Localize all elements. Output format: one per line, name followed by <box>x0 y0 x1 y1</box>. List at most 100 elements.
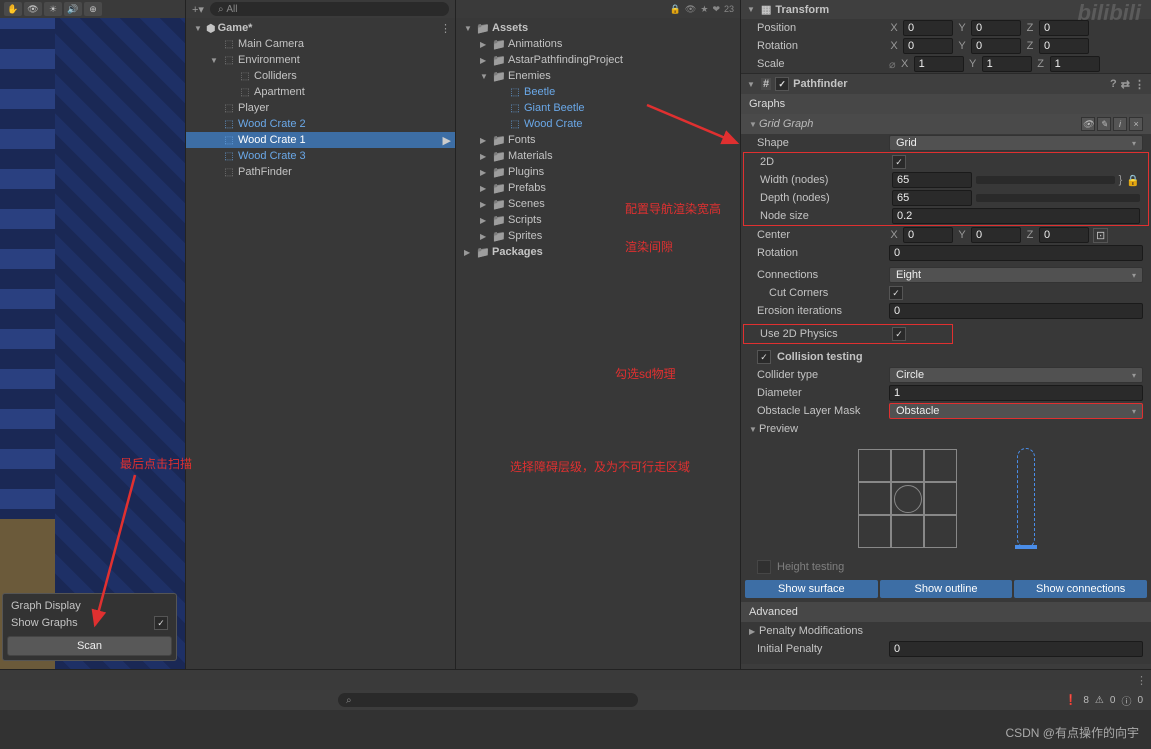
advanced-header[interactable]: Advanced <box>741 602 1151 622</box>
rot-z[interactable] <box>1039 38 1089 54</box>
scan-panel: Graph Display Show Graphs ✓ Scan <box>2 593 177 661</box>
folder-icon <box>492 181 506 195</box>
pencil-icon[interactable]: ✎ <box>1097 117 1111 131</box>
preset-icon[interactable]: ⇄ <box>1121 78 1130 91</box>
scene-view[interactable]: Graph Display Show Graphs ✓ Scan <box>0 18 185 749</box>
show-outline-button[interactable]: Show outline <box>880 580 1013 598</box>
obstacle-layer-dropdown[interactable]: Obstacle <box>889 403 1143 419</box>
target-icon[interactable]: ⊡ <box>1093 228 1108 243</box>
warn-icon[interactable]: ⚠ <box>1095 695 1104 706</box>
annot-gap: 渲染间隙 <box>625 238 673 255</box>
initial-penalty-input[interactable] <box>889 641 1143 657</box>
use-2d-physics-checkbox[interactable]: ✓ <box>892 327 906 341</box>
scl-y[interactable] <box>982 56 1032 72</box>
connections-dropdown[interactable]: Eight <box>889 267 1143 283</box>
project-item[interactable]: Wood Crate <box>456 116 740 132</box>
pathfinder-header[interactable]: ▼ # ✓ Pathfinder ? ⇄ ⋮ <box>741 74 1151 94</box>
project-item[interactable]: ▶Materials <box>456 148 740 164</box>
tool-eye-icon[interactable]: 👁 <box>24 2 42 16</box>
add-icon[interactable]: +▾ <box>192 3 204 16</box>
shape-dropdown[interactable]: Grid <box>889 135 1143 151</box>
width-input[interactable] <box>892 172 972 188</box>
cut-corners-checkbox[interactable]: ✓ <box>889 286 903 300</box>
project-item[interactable]: ▼Enemies <box>456 68 740 84</box>
prefab-icon <box>508 101 522 115</box>
hierarchy-item[interactable]: Main Camera <box>186 36 455 52</box>
folder-icon <box>492 197 506 211</box>
menu-icon[interactable]: ⋮ <box>1134 78 1145 91</box>
project-item[interactable]: ▶Sprites <box>456 228 740 244</box>
pos-x[interactable] <box>903 20 953 36</box>
hierarchy-item[interactable]: Wood Crate 2 <box>186 116 455 132</box>
show-graphs-label: Show Graphs <box>11 617 78 629</box>
show-connections-button[interactable]: Show connections <box>1014 580 1147 598</box>
hierarchy-item[interactable]: Wood Crate 1▶ <box>186 132 455 148</box>
collider-type-dropdown[interactable]: Circle <box>889 367 1143 383</box>
annot-scan: 最后点击扫描 <box>120 455 192 472</box>
rotation-input[interactable] <box>889 245 1143 261</box>
rot-x[interactable] <box>903 38 953 54</box>
assets-root[interactable]: ▼ Assets <box>456 20 740 36</box>
console-search[interactable]: ⌕ <box>338 693 638 707</box>
collision-checkbox[interactable]: ✓ <box>757 350 771 364</box>
tool-light-icon[interactable]: ☀ <box>44 2 62 16</box>
obj-icon <box>222 101 236 115</box>
project-item[interactable]: ▶Fonts <box>456 132 740 148</box>
eye-icon[interactable]: 👁 <box>1081 117 1095 131</box>
lock-icon[interactable]: 🔒 <box>670 4 681 15</box>
project-item[interactable]: ▶Plugins <box>456 164 740 180</box>
erosion-input[interactable] <box>889 303 1143 319</box>
close-icon[interactable]: × <box>1129 117 1143 131</box>
error-icon[interactable]: ❗ <box>1065 695 1077 706</box>
pos-y[interactable] <box>971 20 1021 36</box>
center-x[interactable] <box>903 227 953 243</box>
center-z[interactable] <box>1039 227 1089 243</box>
center-y[interactable] <box>971 227 1021 243</box>
component-enabled[interactable]: ✓ <box>775 77 789 91</box>
scl-z[interactable] <box>1050 56 1100 72</box>
packages-row[interactable]: ▶ Packages <box>456 244 740 260</box>
help-icon[interactable]: ? <box>1110 78 1117 91</box>
show-surface-button[interactable]: Show surface <box>745 580 878 598</box>
tool-audio-icon[interactable]: 🔊 <box>64 2 82 16</box>
project-item[interactable]: ▶Animations <box>456 36 740 52</box>
rot-y[interactable] <box>971 38 1021 54</box>
scl-x[interactable] <box>914 56 964 72</box>
folder-icon <box>476 245 490 259</box>
project-item[interactable]: Giant Beetle <box>456 100 740 116</box>
2d-checkbox[interactable]: ✓ <box>892 155 906 169</box>
hierarchy-item[interactable]: ▼Environment <box>186 52 455 68</box>
hierarchy-item[interactable]: Player <box>186 100 455 116</box>
eye-icon[interactable]: 👁 <box>685 4 696 15</box>
info-icon[interactable]: ⓘ <box>1121 693 1131 708</box>
project-item[interactable]: ▶Prefabs <box>456 180 740 196</box>
show-graphs-checkbox[interactable]: ✓ <box>154 616 168 630</box>
hierarchy-search[interactable]: ⌕ All <box>210 2 449 16</box>
search-icon: ⌕ <box>346 695 352 706</box>
depth-input[interactable] <box>892 190 972 206</box>
folder-icon <box>492 69 506 83</box>
project-item[interactable]: Beetle <box>456 84 740 100</box>
tool-hand-icon[interactable]: ✋ <box>4 2 22 16</box>
diameter-input[interactable] <box>889 385 1143 401</box>
link-icon[interactable]: ⌀ <box>889 58 896 71</box>
height-testing-checkbox[interactable] <box>757 560 771 574</box>
scan-button[interactable]: Scan <box>7 636 172 656</box>
lock-icon[interactable]: 🔒 <box>1126 174 1140 187</box>
graph-display-label: Graph Display <box>11 600 81 612</box>
folder-icon <box>492 149 506 163</box>
folder-icon <box>492 165 506 179</box>
prefab-icon <box>508 117 522 131</box>
hierarchy-item[interactable]: Apartment <box>186 84 455 100</box>
project-item[interactable]: ▶AstarPathfindingProject <box>456 52 740 68</box>
grid-graph-bar[interactable]: ▼Grid Graph 👁 ✎ i × <box>741 114 1151 134</box>
folder-icon <box>476 21 490 35</box>
hierarchy-item[interactable]: Colliders <box>186 68 455 84</box>
scene-row[interactable]: ▼⬢ Game* ⋮ <box>186 20 455 36</box>
unity-icon: ⬢ <box>206 22 216 35</box>
tool-gizmo-icon[interactable]: ⊕ <box>84 2 102 16</box>
info-icon[interactable]: i <box>1113 117 1127 131</box>
node-size-input[interactable] <box>892 208 1140 224</box>
hierarchy-item[interactable]: PathFinder <box>186 164 455 180</box>
hierarchy-item[interactable]: Wood Crate 3 <box>186 148 455 164</box>
